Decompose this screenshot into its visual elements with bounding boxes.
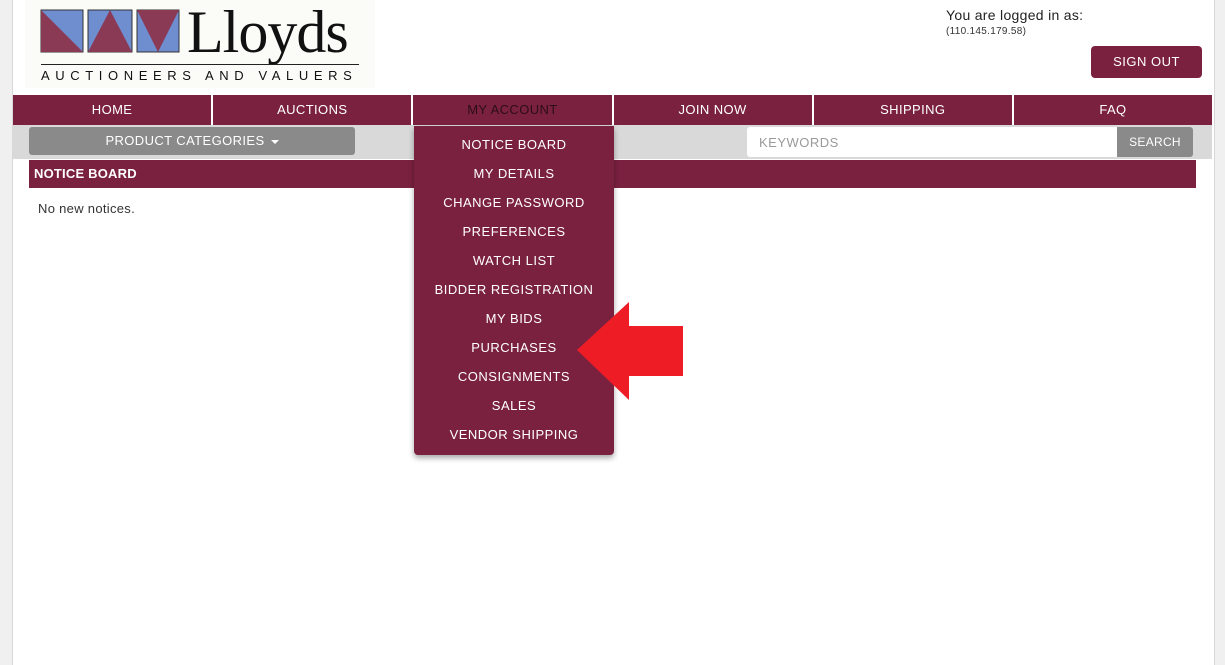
logo-divider <box>41 64 359 65</box>
lloyds-logo[interactable]: Lloyds AUCTIONEERS AND VALUERS <box>25 0 375 88</box>
menu-item-change-password[interactable]: CHANGE PASSWORD <box>414 188 614 217</box>
page: Lloyds AUCTIONEERS AND VALUERS You are l… <box>12 0 1215 665</box>
search-button[interactable]: SEARCH <box>1117 127 1193 157</box>
nav-item-faq[interactable]: FAQ <box>1014 95 1212 125</box>
menu-item-bidder-registration[interactable]: BIDDER REGISTRATION <box>414 275 614 304</box>
menu-item-vendor-shipping[interactable]: VENDOR SHIPPING <box>414 420 614 449</box>
nav-item-join-now[interactable]: JOIN NOW <box>614 95 814 125</box>
nav-item-shipping[interactable]: SHIPPING <box>814 95 1014 125</box>
caret-down-icon <box>270 139 279 144</box>
product-categories-label: PRODUCT CATEGORIES <box>105 133 265 148</box>
logo-tagline: AUCTIONEERS AND VALUERS <box>41 68 358 83</box>
main-nav: HOME AUCTIONS MY ACCOUNT JOIN NOW SHIPPI… <box>13 95 1212 125</box>
menu-item-my-details[interactable]: MY DETAILS <box>414 159 614 188</box>
logo-triangles <box>40 9 180 53</box>
sign-out-button[interactable]: SIGN OUT <box>1091 46 1202 78</box>
ip-address: (110.145.179.58) <box>946 26 1027 37</box>
logged-in-label: You are logged in as: <box>946 7 1084 23</box>
nav-item-home[interactable]: HOME <box>13 95 214 125</box>
logo-wordmark: Lloyds <box>187 0 349 65</box>
menu-item-watch-list[interactable]: WATCH LIST <box>414 246 614 275</box>
nav-item-auctions[interactable]: AUCTIONS <box>213 95 414 125</box>
notice-board-message: No new notices. <box>38 201 135 216</box>
red-arrow-annotation-icon <box>577 302 683 400</box>
product-categories-button[interactable]: PRODUCT CATEGORIES <box>29 127 355 155</box>
menu-item-preferences[interactable]: PREFERENCES <box>414 217 614 246</box>
keywords-input[interactable] <box>747 127 1117 157</box>
my-account-dropdown: NOTICE BOARD MY DETAILS CHANGE PASSWORD … <box>414 126 614 455</box>
menu-item-notice-board[interactable]: NOTICE BOARD <box>414 130 614 159</box>
nav-item-my-account[interactable]: MY ACCOUNT <box>413 95 614 125</box>
